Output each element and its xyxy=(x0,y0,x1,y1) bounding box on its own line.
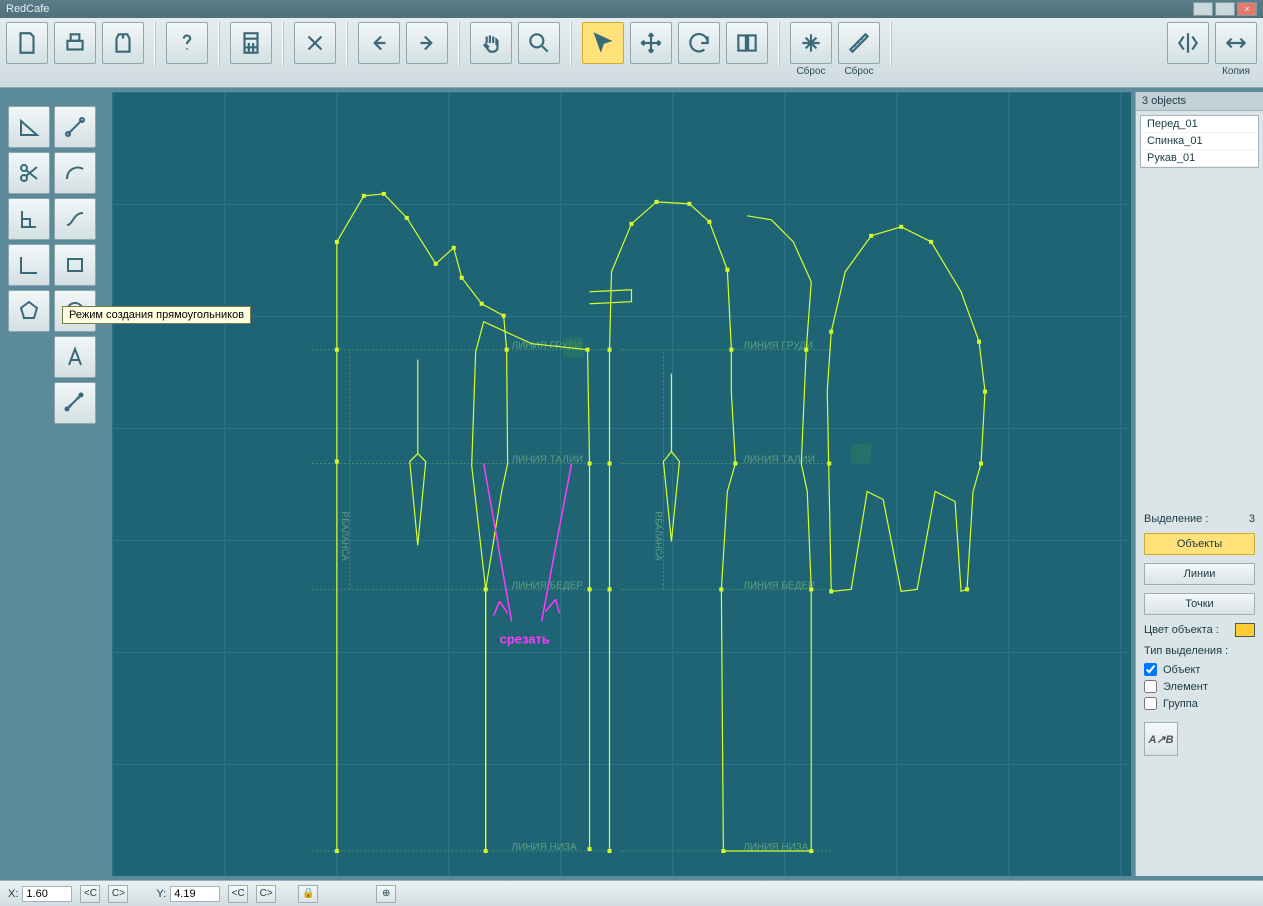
pan-button[interactable] xyxy=(470,22,512,64)
shape-tool[interactable] xyxy=(8,290,50,332)
reset-axis-button[interactable] xyxy=(790,22,832,64)
selection-count: 3 xyxy=(1249,513,1255,525)
chk-element[interactable] xyxy=(1144,680,1157,693)
points-tab-button[interactable]: Точки xyxy=(1144,593,1255,615)
mirror-v-button[interactable] xyxy=(1167,22,1209,64)
list-item[interactable]: Рукав_01 xyxy=(1141,150,1258,167)
new-file-button[interactable] xyxy=(6,22,48,64)
waist-line-label-1: ЛИНИЯ ТАЛИИ xyxy=(512,455,584,466)
selection-label: Выделение : xyxy=(1144,513,1208,525)
x-input[interactable] xyxy=(22,886,72,902)
reset-ruler-button[interactable] xyxy=(838,22,880,64)
mannequin-button[interactable] xyxy=(102,22,144,64)
y-input[interactable] xyxy=(170,886,220,902)
minimize-button[interactable]: – xyxy=(1193,2,1213,16)
objects-panel: 3 objects Перед_01 Спинка_01 Рукав_01 Вы… xyxy=(1135,92,1263,876)
arc-tool[interactable] xyxy=(54,152,96,194)
delete-button[interactable] xyxy=(294,22,336,64)
line-tool[interactable] xyxy=(54,106,96,148)
cut-label: срезать xyxy=(500,631,550,646)
reset-label-2: Сброс xyxy=(844,66,873,77)
rectangle-tool[interactable] xyxy=(54,244,96,286)
hip-line-label-2: ЛИНИЯ БЕДЕР xyxy=(743,580,815,591)
x-lt-button[interactable]: <C xyxy=(80,885,100,903)
tooltip: Режим создания прямоугольников xyxy=(62,306,251,324)
titlebar: RedCafe – □ × xyxy=(0,0,1263,18)
balance-label-1: Р.БАЛАНСА xyxy=(340,511,350,560)
list-item[interactable]: Перед_01 xyxy=(1141,116,1258,133)
calculator-button[interactable] xyxy=(230,22,272,64)
x-gt-button[interactable]: C> xyxy=(108,885,128,903)
angle-tool[interactable] xyxy=(8,106,50,148)
lines-tab-button[interactable]: Линии xyxy=(1144,563,1255,585)
flip-button[interactable] xyxy=(726,22,768,64)
hem-line-label-1: ЛИНИЯ НИЗА xyxy=(512,842,577,853)
color-swatch[interactable] xyxy=(1235,623,1255,637)
undo-button[interactable] xyxy=(358,22,400,64)
scissors-tool[interactable] xyxy=(8,152,50,194)
lock-button[interactable]: 🔒 xyxy=(298,885,318,903)
y-gt-button[interactable]: C> xyxy=(256,885,276,903)
print-button[interactable] xyxy=(54,22,96,64)
list-item[interactable]: Спинка_01 xyxy=(1141,133,1258,150)
selection-type-label: Тип выделения : xyxy=(1144,645,1228,657)
copy-button[interactable] xyxy=(1215,22,1257,64)
curve-tool[interactable] xyxy=(54,198,96,240)
copy-label: Копия xyxy=(1222,66,1250,77)
objects-tab-button[interactable]: Объекты xyxy=(1144,533,1255,555)
balance-label-2: Р.БАЛАНСА xyxy=(653,511,663,560)
object-list[interactable]: Перед_01 Спинка_01 Рукав_01 xyxy=(1140,115,1259,168)
text-tool[interactable] xyxy=(54,336,96,378)
zoom-button[interactable] xyxy=(518,22,560,64)
tool-palette xyxy=(8,106,96,424)
y-label: Y: xyxy=(156,888,166,900)
app-title: RedCafe xyxy=(6,3,49,15)
perpendicular-tool[interactable] xyxy=(8,198,50,240)
corner-tool[interactable] xyxy=(8,244,50,286)
rotate-button[interactable] xyxy=(678,22,720,64)
drawing-canvas[interactable]: ЛИНИЯ ГРУДИ ЛИНИЯ ГРУДИ ЛИНИЯ ТАЛИИ ЛИНИ… xyxy=(112,92,1131,876)
reset-label-1: Сброс xyxy=(796,66,825,77)
main-toolbar: Сброс Сброс Копия xyxy=(0,18,1263,88)
objects-header: 3 objects xyxy=(1136,92,1263,111)
dimension-tool[interactable] xyxy=(54,382,96,424)
waist-line-label-2: ЛИНИЯ ТАЛИИ xyxy=(743,455,815,466)
maximize-button[interactable]: □ xyxy=(1215,2,1235,16)
x-label: X: xyxy=(8,888,18,900)
move-button[interactable] xyxy=(630,22,672,64)
close-button[interactable]: × xyxy=(1237,2,1257,16)
status-bar: X: <C C> Y: <C C> 🔒 ⊕ xyxy=(0,880,1263,906)
redo-button[interactable] xyxy=(406,22,448,64)
ab-rename-button[interactable]: A↗B xyxy=(1144,722,1178,756)
help-button[interactable] xyxy=(166,22,208,64)
chest-line-label-2: ЛИНИЯ ГРУДИ xyxy=(743,341,813,352)
grid-snap-button[interactable]: ⊕ xyxy=(376,885,396,903)
select-button[interactable] xyxy=(582,22,624,64)
chk-object[interactable] xyxy=(1144,663,1157,676)
y-lt-button[interactable]: <C xyxy=(228,885,248,903)
object-color-label: Цвет объекта : xyxy=(1144,624,1219,636)
chk-group[interactable] xyxy=(1144,697,1157,710)
